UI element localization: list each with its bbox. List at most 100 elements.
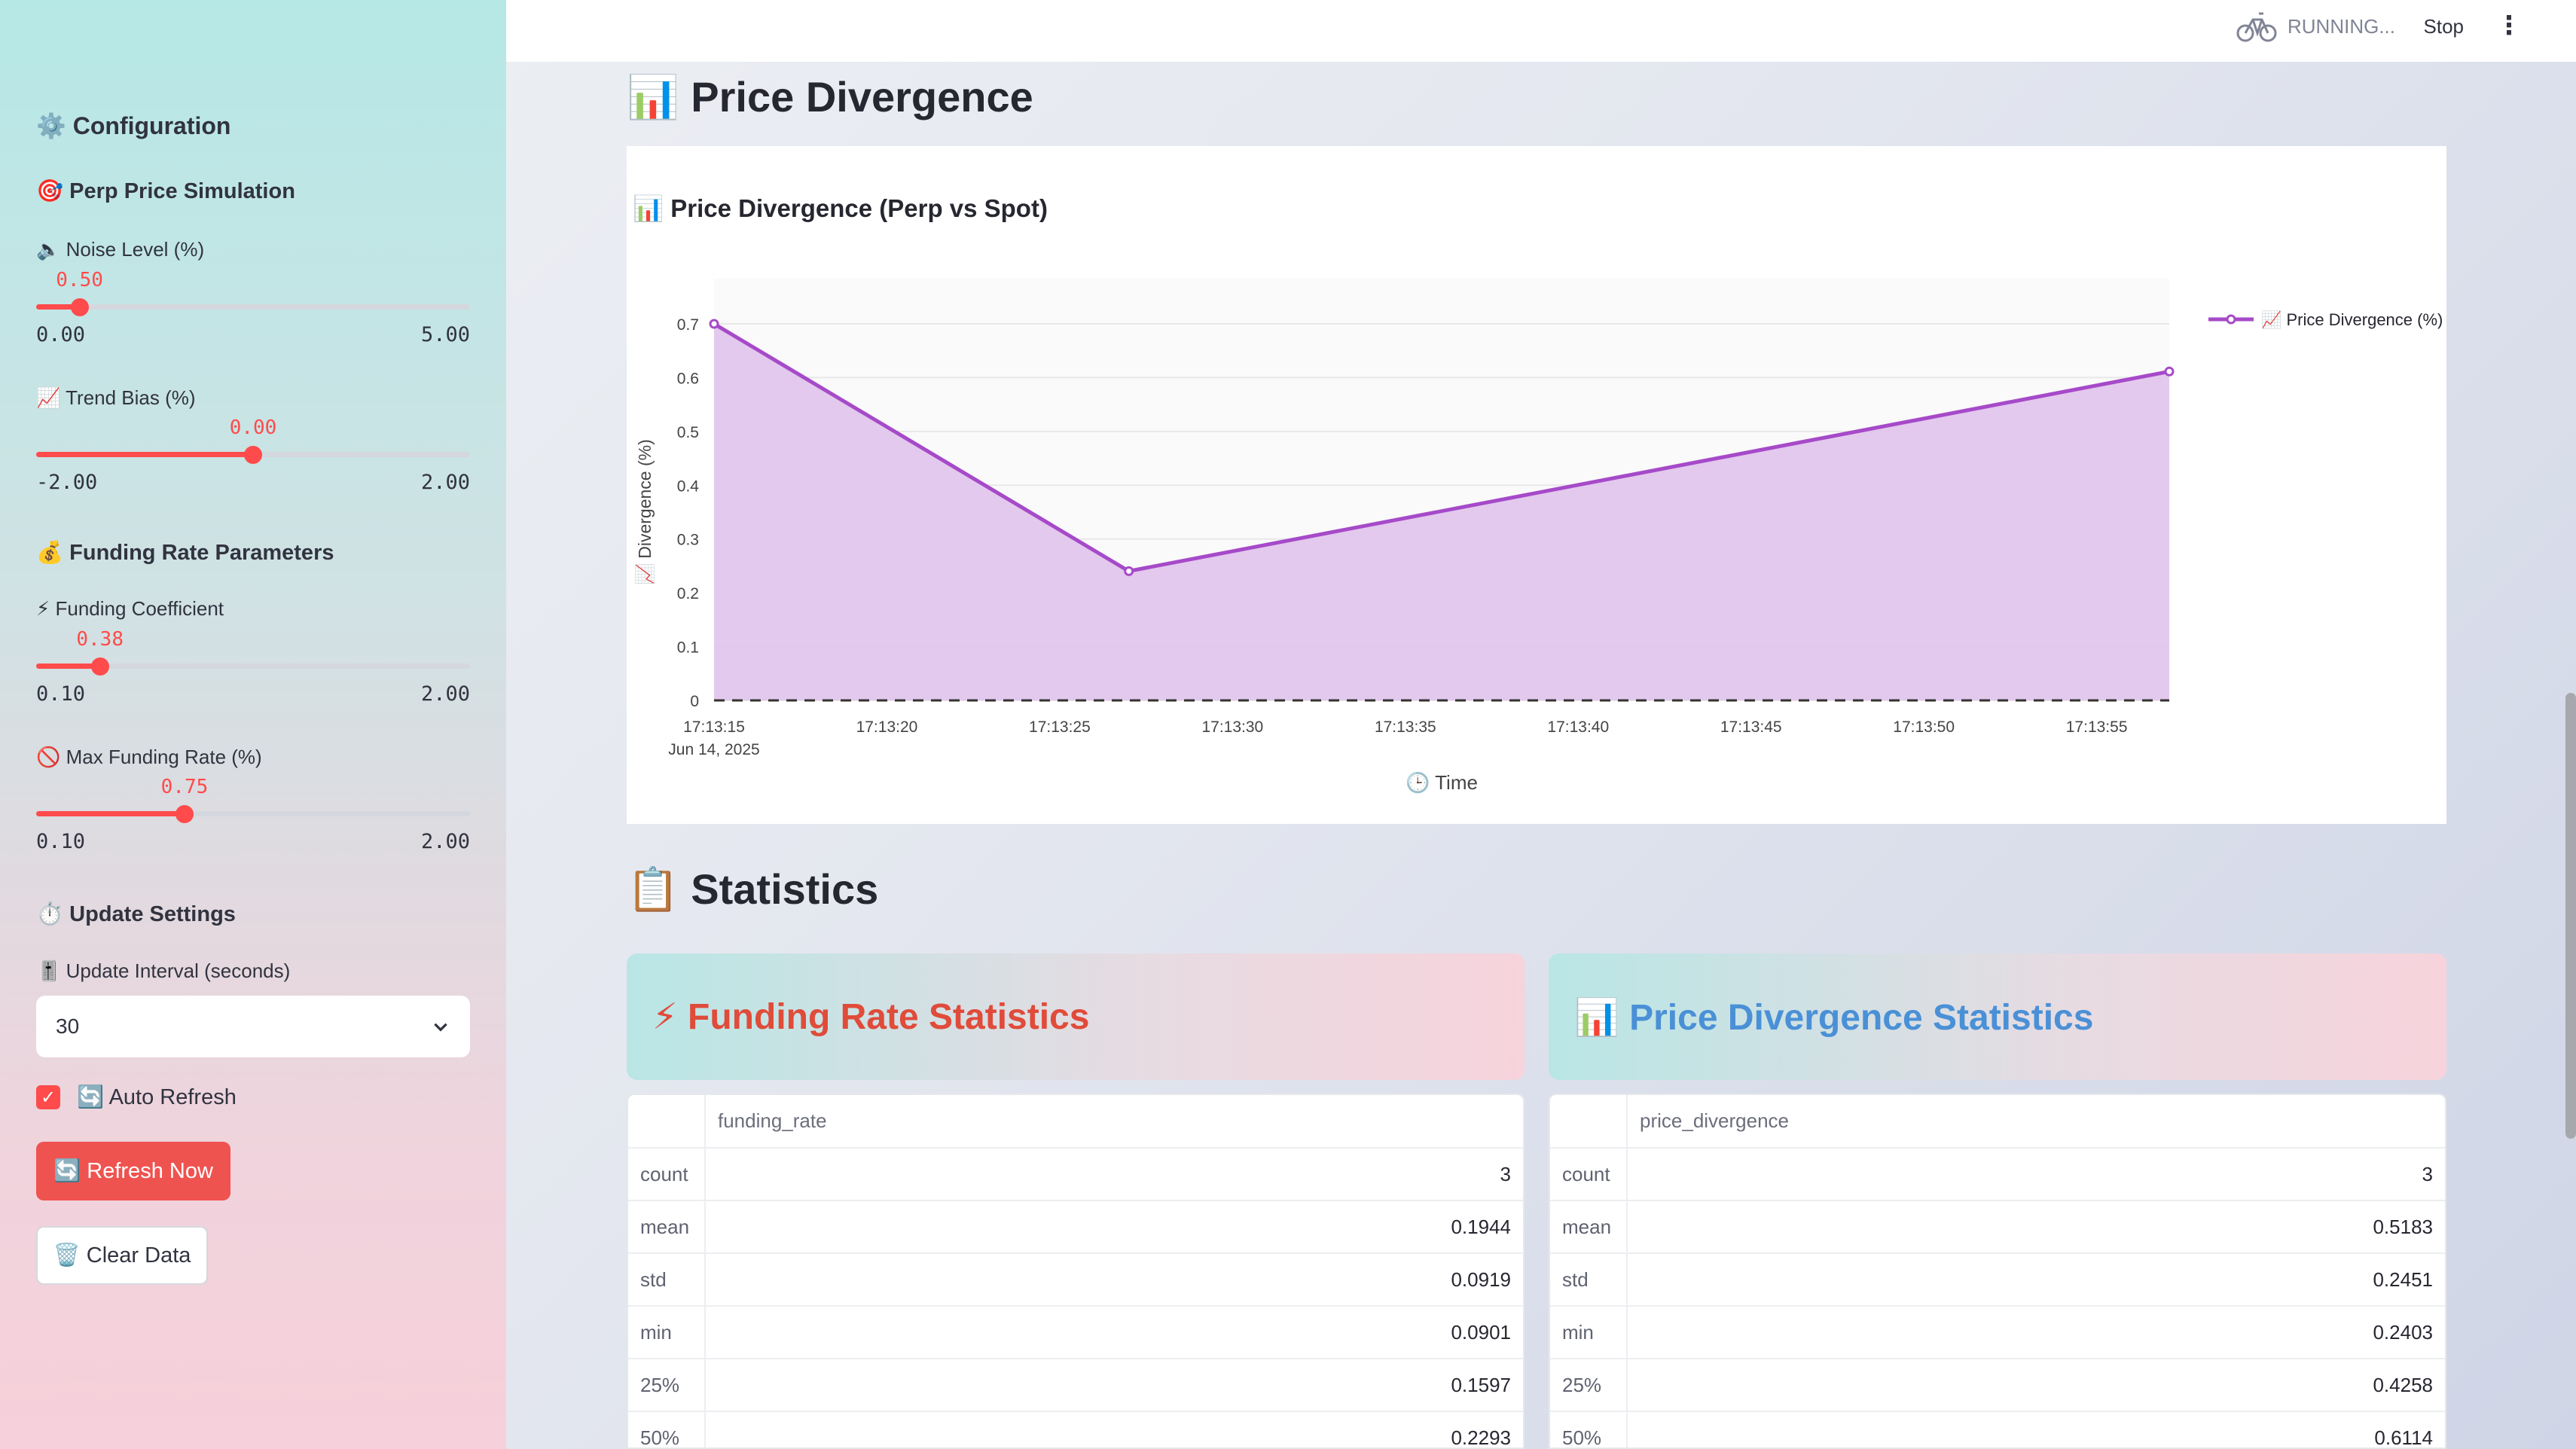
table-row: min 0.2403	[1550, 1306, 2445, 1359]
trend-bias-slider[interactable]: 0.00 -2.00 2.00	[36, 416, 470, 494]
row-value: 0.2403	[1627, 1306, 2445, 1359]
y-axis-label: 📈 Divergence (%)	[635, 439, 655, 585]
sidebar-title: ⚙️ Configuration	[36, 112, 231, 139]
row-value: 0.0901	[705, 1306, 1523, 1359]
x-tick-label: 17:13:25	[1029, 718, 1091, 736]
slider-thumb[interactable]	[244, 446, 262, 464]
x-tick-label: 17:13:30	[1201, 718, 1263, 736]
slider-min: 0.00	[36, 323, 86, 346]
slider-thumb[interactable]	[90, 657, 109, 676]
row-label: 25%	[628, 1359, 706, 1412]
slider-track	[36, 304, 470, 310]
y-tick-label: 0.3	[677, 532, 699, 549]
data-point[interactable]	[2164, 366, 2175, 377]
x-tick-label: 17:13:55	[2066, 718, 2128, 736]
select-value: 30	[56, 1014, 80, 1038]
slider-min: 0.10	[36, 682, 86, 706]
y-tick-label: 0.2	[677, 585, 699, 602]
update-section-title: ⏱️ Update Settings	[36, 902, 236, 926]
price-divergence-heading: 📊 Price Divergence	[627, 73, 1033, 120]
max-funding-rate-slider[interactable]: 0.75 0.10 2.00	[36, 776, 470, 853]
slider-fill	[36, 663, 100, 669]
funding-stats-table[interactable]: funding_rate count 3 mean 0.1944 std 0.0919 mi…	[627, 1094, 1525, 1449]
stop-button[interactable]: Stop	[2424, 15, 2465, 38]
table-row: mean 0.1944	[628, 1200, 1523, 1254]
row-label: count	[628, 1148, 706, 1201]
y-tick-label: 0.7	[677, 316, 699, 334]
row-label: 25%	[1550, 1359, 1628, 1412]
funding-coefficient-slider[interactable]: 0.38 0.10 2.00	[36, 628, 470, 706]
running-status: RUNNING...	[2236, 9, 2395, 44]
slider-fill	[36, 811, 185, 816]
trend-bias-label: 📈 Trend Bias (%)	[36, 386, 196, 409]
chevron-down-icon	[434, 1023, 447, 1032]
table-row: count 3	[628, 1148, 1523, 1201]
noise-level-slider[interactable]: 0.50 0.00 5.00	[36, 269, 470, 346]
table-row: mean 0.5183	[1550, 1200, 2445, 1254]
page-scrollbar[interactable]	[2565, 693, 2576, 1139]
row-label: count	[1550, 1148, 1628, 1201]
checkmark-icon[interactable]: ✓	[36, 1085, 60, 1109]
row-label: mean	[1550, 1200, 1628, 1254]
auto-refresh-checkbox[interactable]: ✓ 🔄 Auto Refresh	[36, 1084, 237, 1110]
row-label: 50%	[628, 1411, 706, 1447]
index-header	[628, 1095, 706, 1149]
table-row: 25% 0.4258	[1550, 1359, 2445, 1412]
row-value: 0.1944	[705, 1200, 1523, 1254]
data-point[interactable]	[709, 319, 719, 329]
slider-min: -2.00	[36, 471, 98, 494]
row-label: std	[1550, 1253, 1628, 1307]
table-row: min 0.0901	[628, 1306, 1523, 1359]
row-value: 0.5183	[1627, 1200, 2445, 1254]
refresh-now-button[interactable]: 🔄 Refresh Now	[36, 1142, 230, 1200]
row-value: 0.6114	[1627, 1411, 2445, 1447]
table-row: count 3	[1550, 1148, 2445, 1201]
table-row: std 0.2451	[1550, 1253, 2445, 1307]
update-interval-select[interactable]: 30	[36, 996, 470, 1057]
statistics-heading: 📋 Statistics	[627, 865, 879, 913]
row-label: std	[628, 1253, 706, 1307]
perp-section-title: 🎯 Perp Price Simulation	[36, 179, 295, 203]
row-value: 0.2293	[705, 1411, 1523, 1447]
status-text: RUNNING...	[2288, 14, 2395, 38]
row-value: 0.2451	[1627, 1253, 2445, 1307]
sidebar: ⚙️ Configuration 🎯 Perp Price Simulation…	[0, 0, 506, 1449]
x-date-label: Jun 14, 2025	[668, 741, 759, 758]
x-tick-label: 17:13:35	[1375, 718, 1436, 736]
funding-coefficient-label: ⚡ Funding Coefficient	[36, 597, 224, 620]
y-tick-label: 0.4	[677, 477, 700, 495]
auto-refresh-label: 🔄 Auto Refresh	[77, 1085, 237, 1109]
divergence-stats-header: 📊 Price Divergence Statistics	[1549, 953, 2446, 1080]
row-value: 0.0919	[705, 1253, 1523, 1307]
x-tick-label: 17:13:20	[856, 718, 918, 736]
divergence-stats-table[interactable]: price_divergence count 3 mean 0.5183 std 0.24…	[1549, 1094, 2446, 1449]
slider-value: 0.00	[229, 416, 277, 439]
row-value: 3	[705, 1148, 1523, 1201]
y-tick-label: 0.6	[677, 370, 699, 387]
max-funding-rate-label: 🚫 Max Funding Rate (%)	[36, 746, 262, 768]
bicycle-icon	[2236, 12, 2277, 42]
slider-max: 2.00	[420, 471, 470, 494]
y-tick-label: 0.5	[677, 424, 699, 441]
clear-data-button[interactable]: 🗑️ Clear Data	[36, 1226, 208, 1285]
slider-fill	[36, 452, 253, 457]
main-menu-icon[interactable]: ⋮	[2496, 11, 2522, 41]
column-header[interactable]: price_divergence	[1627, 1095, 2445, 1149]
row-value: 0.4258	[1627, 1359, 2445, 1412]
slider-thumb[interactable]	[175, 805, 194, 823]
row-value: 3	[1627, 1148, 2445, 1201]
row-label: min	[628, 1306, 706, 1359]
legend-marker	[2226, 314, 2236, 325]
funding-stats-title: ⚡ Funding Rate Statistics	[652, 997, 1090, 1037]
table-header-row: funding_rate	[628, 1095, 1523, 1149]
data-point[interactable]	[1124, 566, 1134, 576]
update-interval-label: 🎚️ Update Interval (seconds)	[36, 959, 291, 982]
slider-min: 0.10	[36, 830, 86, 853]
slider-value: 0.75	[160, 776, 209, 798]
x-axis-label: 🕒 Time	[1406, 771, 1478, 794]
top-bar: RUNNING... Stop ⋮	[506, 0, 2576, 62]
divergence-chart[interactable]: 0 0.1 0.2 0.3 0.4 0.5 0.6 0.7 17:13:15 17:13:20 17…	[627, 146, 2446, 824]
slider-thumb[interactable]	[70, 298, 89, 316]
column-header[interactable]: funding_rate	[705, 1095, 1523, 1149]
noise-level-label: 🔈 Noise Level (%)	[36, 238, 205, 261]
